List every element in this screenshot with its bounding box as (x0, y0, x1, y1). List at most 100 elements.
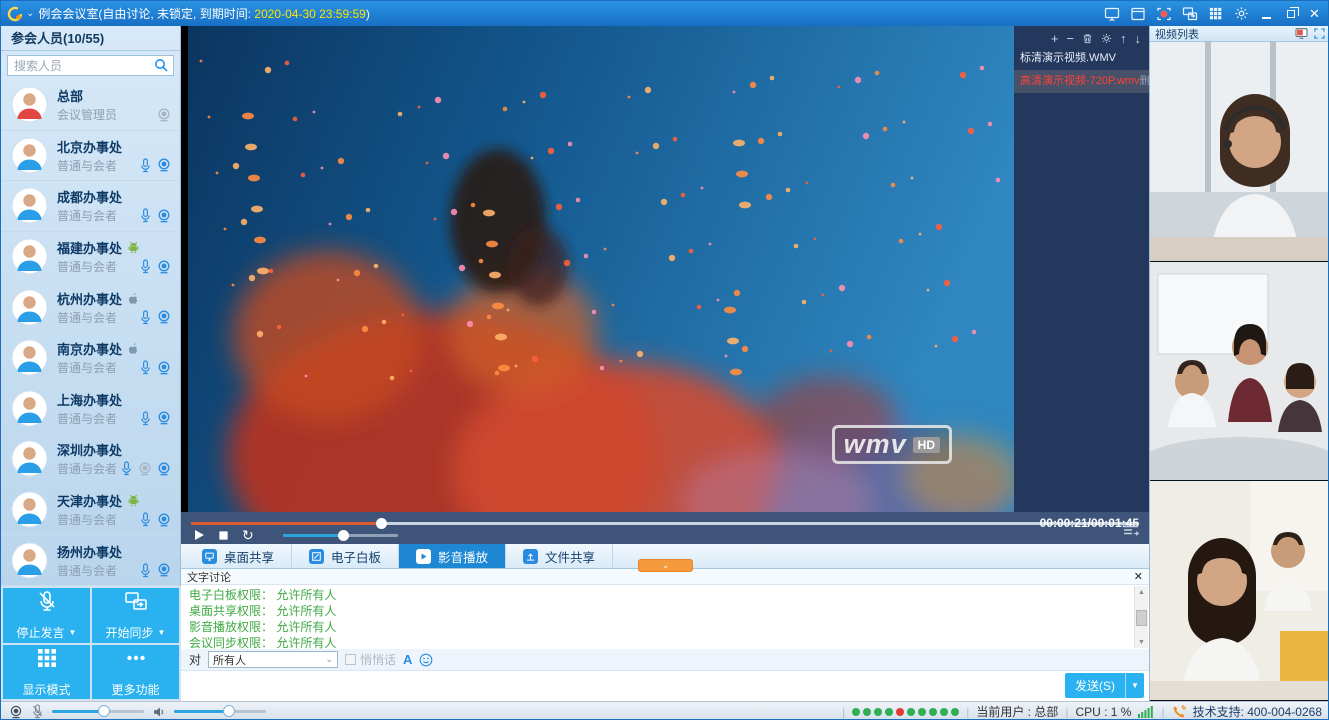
video-monitor-icon[interactable] (1295, 28, 1308, 39)
minimize-button[interactable] (1259, 6, 1274, 22)
playlist-settings-icon[interactable] (1101, 33, 1112, 44)
display-grid-icon[interactable] (1207, 6, 1224, 22)
more-functions-button[interactable]: 更多功能 (92, 645, 179, 700)
font-style-button[interactable]: A (403, 652, 412, 667)
whisper-checkbox[interactable]: 悄悄话 (345, 651, 396, 668)
chat-collapse-handle[interactable]: ⌄ (638, 559, 693, 572)
tab-media-play[interactable]: 影音播放 (399, 544, 506, 568)
webcam-icon[interactable] (157, 361, 171, 375)
scroll-down-icon[interactable]: ▼ (1135, 636, 1148, 648)
mic-icon[interactable] (139, 259, 152, 274)
start-sync-button[interactable]: 开始同步▼ (92, 588, 179, 643)
stop-button[interactable] (218, 530, 229, 541)
checkbox-icon[interactable] (345, 654, 356, 665)
playlist-item[interactable]: 高清演示视频-720P.wmv删除 (1014, 70, 1149, 93)
webcam-gray-icon[interactable] (157, 108, 171, 122)
tab-desktop-share[interactable]: 桌面共享 (185, 544, 292, 568)
video-thumbnail-3[interactable] (1150, 481, 1329, 701)
window-mode-icon[interactable] (1129, 6, 1146, 22)
mic-icon[interactable] (139, 158, 152, 173)
participant-row[interactable]: 天津办事处 普通与会者 (1, 485, 180, 536)
dropdown-arrow-icon[interactable]: ▼ (158, 628, 166, 637)
playlist-move-down-icon[interactable]: ↓ (1135, 32, 1142, 45)
mic-icon[interactable] (120, 461, 133, 476)
mic-icon[interactable] (139, 411, 152, 426)
screen-share-icon[interactable] (1103, 6, 1120, 22)
participant-row[interactable]: 福建办事处 普通与会者 (1, 232, 180, 283)
settings-gear-icon[interactable] (1233, 6, 1250, 22)
webcam-icon[interactable] (157, 260, 171, 274)
display-mode-button[interactable]: 显示模式 (3, 645, 90, 700)
mic-icon[interactable] (139, 360, 152, 375)
mic-icon[interactable] (139, 563, 152, 578)
webcam-gray-icon[interactable] (138, 462, 152, 476)
chat-input-area[interactable]: 发送(S) ▼ (181, 671, 1149, 701)
scroll-thumb[interactable] (1136, 610, 1147, 626)
meeting-expiry-time: 2020-04-30 23:59:59 (254, 7, 365, 21)
mic-icon[interactable] (139, 512, 152, 527)
playlist-add-icon[interactable]: + (1051, 32, 1059, 45)
participant-row[interactable]: 成都办事处 普通与会者 (1, 181, 180, 232)
playlist-delete-action[interactable]: 删除 (1140, 70, 1149, 93)
playlist-remove-icon[interactable]: − (1066, 32, 1074, 45)
webcam-icon[interactable] (157, 563, 171, 577)
participant-row[interactable]: 总部 会议管理员 (1, 80, 180, 131)
seek-bar[interactable] (191, 522, 1139, 525)
send-button[interactable]: 发送(S) (1065, 673, 1125, 698)
video-playback-area[interactable]: wmv HD (188, 26, 1014, 512)
title-menu-chevron-icon[interactable]: ⌄ (26, 8, 34, 19)
search-input[interactable] (7, 55, 174, 76)
speaker-volume-slider[interactable] (174, 710, 266, 713)
close-button[interactable]: ✕ (1307, 6, 1322, 22)
expand-icon[interactable] (1314, 28, 1325, 39)
volume-handle[interactable] (338, 530, 349, 541)
search-icon[interactable] (154, 58, 168, 72)
tab-file-share[interactable]: 文件共享 (506, 544, 613, 568)
participant-row[interactable]: 扬州办事处 普通与会者 (1, 535, 180, 586)
mic-volume-knob[interactable] (98, 705, 110, 717)
stop-speaking-button[interactable]: 停止发言▼ (3, 588, 90, 643)
participant-row[interactable]: 杭州办事处 普通与会者 (1, 282, 180, 333)
seek-handle[interactable] (376, 518, 387, 529)
mic-icon[interactable] (139, 310, 152, 325)
playlist-trash-icon[interactable] (1082, 33, 1093, 44)
video-thumbnail-2[interactable] (1150, 262, 1329, 482)
scroll-up-icon[interactable]: ▲ (1135, 586, 1148, 598)
tab-whiteboard[interactable]: 电子白板 (292, 544, 399, 568)
webcam-icon[interactable] (157, 310, 171, 324)
playlist-item[interactable]: 标清演示视频.WMV (1014, 47, 1149, 70)
maximize-button[interactable] (1283, 6, 1298, 22)
play-button[interactable] (193, 529, 205, 541)
dropdown-arrow-icon[interactable]: ▼ (69, 628, 77, 637)
statusbar-webcam-icon[interactable] (9, 705, 23, 719)
mic-icon[interactable] (139, 208, 152, 223)
chat-close-icon[interactable]: ✕ (1134, 570, 1143, 583)
participant-row[interactable]: 上海办事处 普通与会者 (1, 384, 180, 435)
desktop-share-icon (202, 549, 217, 564)
webcam-icon[interactable] (157, 158, 171, 172)
sync-network-icon[interactable] (1181, 6, 1198, 22)
mic-volume-slider[interactable] (52, 710, 144, 713)
app-logo-icon[interactable] (7, 6, 23, 22)
playlist-toggle-icon[interactable] (1123, 523, 1139, 541)
participant-row[interactable]: 北京办事处 普通与会者 (1, 131, 180, 182)
participant-row[interactable]: 深圳办事处 普通与会者 (1, 434, 180, 485)
current-user-label: 当前用户 : 总部 (976, 703, 1058, 720)
video-thumbnail-1[interactable] (1150, 42, 1329, 262)
speaker-volume-knob[interactable] (223, 705, 235, 717)
send-options-dropdown[interactable]: ▼ (1125, 673, 1144, 698)
webcam-icon[interactable] (157, 462, 171, 476)
webcam-icon[interactable] (157, 411, 171, 425)
participant-row[interactable]: 南京办事处 普通与会者 (1, 333, 180, 384)
emoji-button[interactable] (419, 653, 433, 667)
loop-button[interactable]: ↻ (242, 529, 254, 541)
player-volume-slider[interactable] (283, 534, 398, 537)
speaker-icon[interactable] (152, 705, 166, 719)
chat-scrollbar[interactable]: ▲ ▼ (1134, 586, 1148, 648)
playlist-move-up-icon[interactable]: ↑ (1120, 32, 1127, 45)
chat-recipient-select[interactable]: 所有人⌄ (208, 651, 338, 668)
webcam-icon[interactable] (157, 513, 171, 527)
record-icon[interactable] (1155, 6, 1172, 22)
statusbar-mic-muted-icon[interactable] (31, 704, 44, 719)
webcam-icon[interactable] (157, 209, 171, 223)
